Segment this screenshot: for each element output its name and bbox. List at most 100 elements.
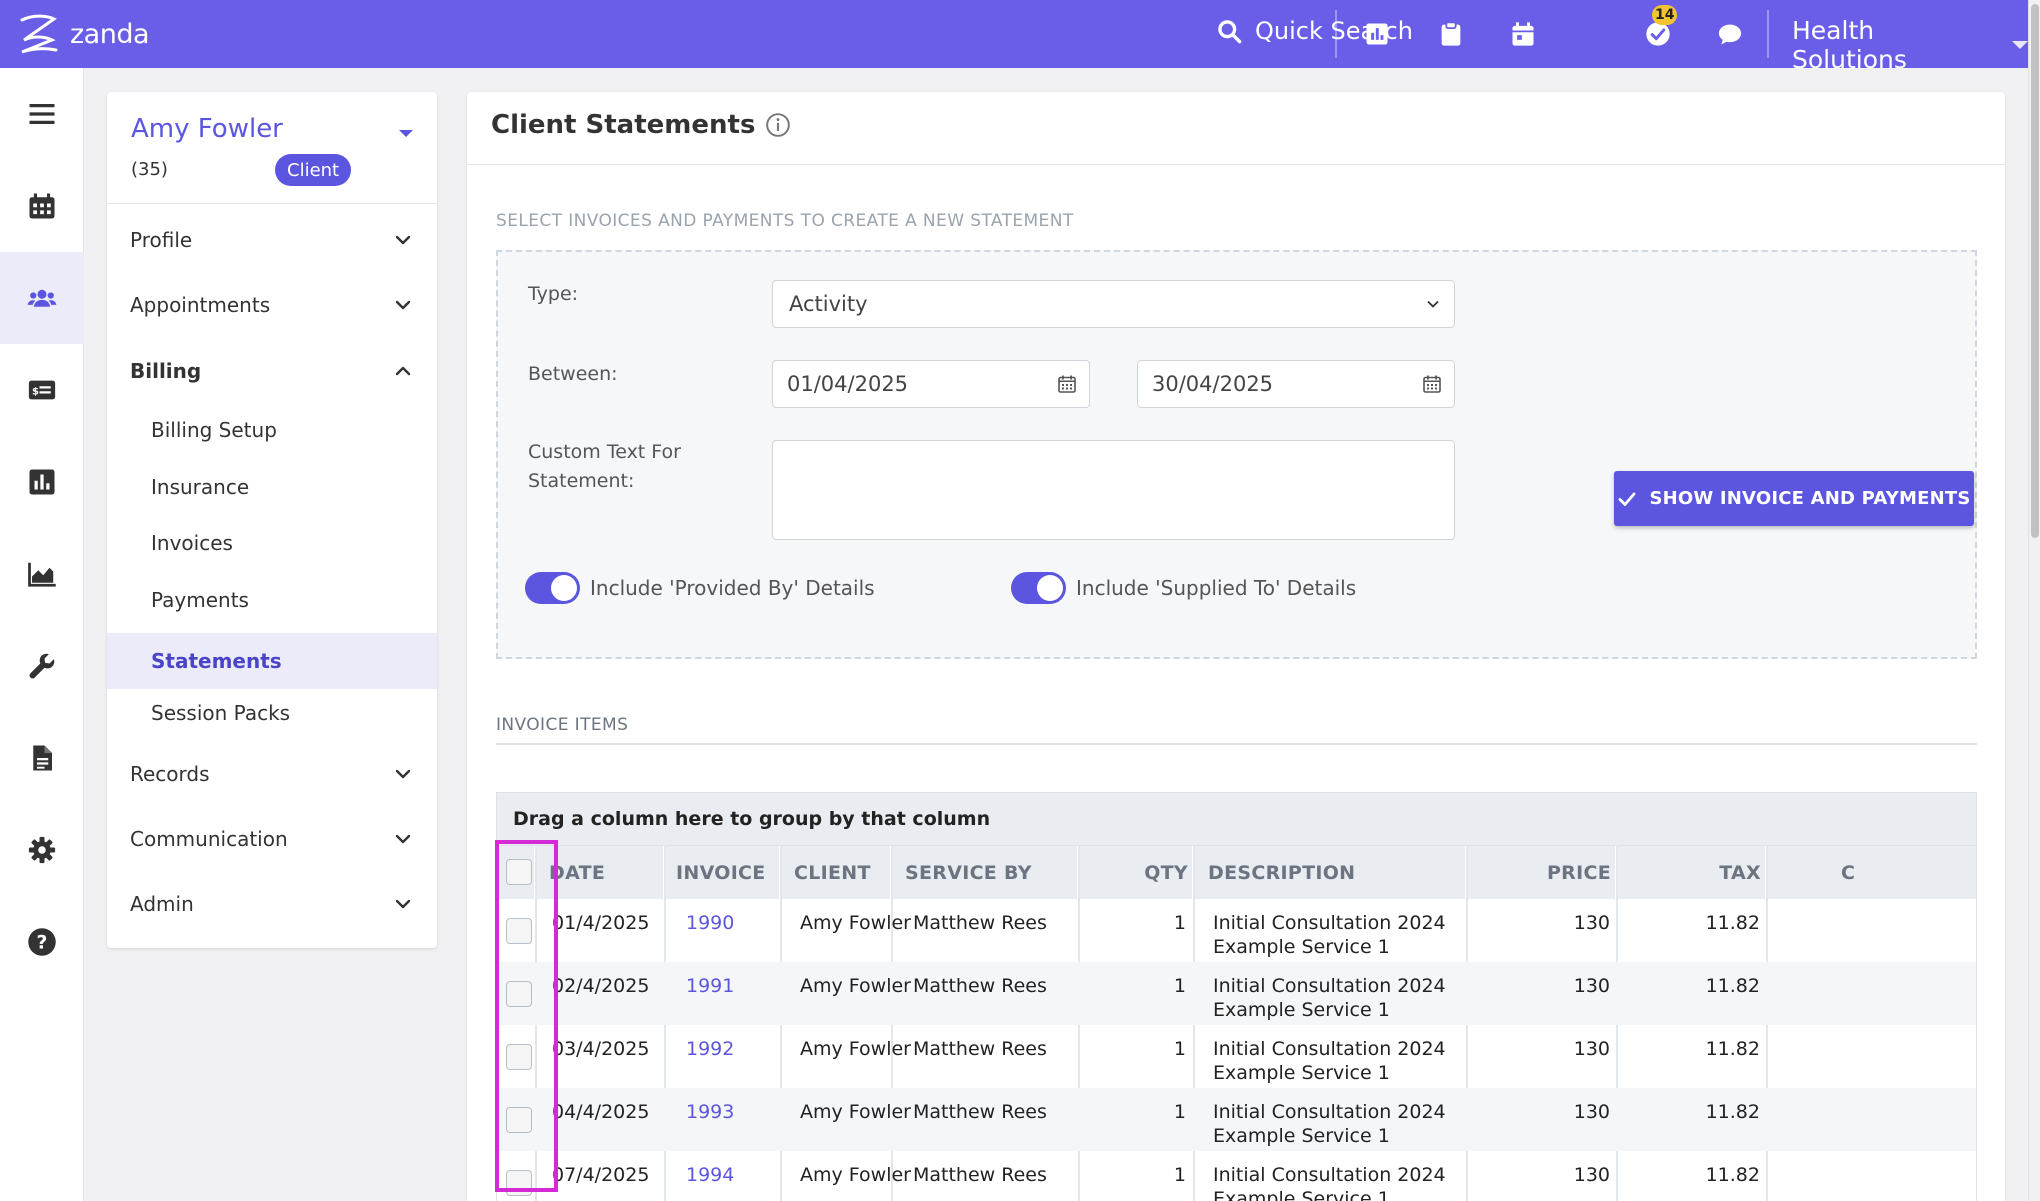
rail-billing[interactable]: $ [0,344,84,436]
sidebar-item-communication[interactable]: Communication [107,821,437,857]
calendar-icon [29,193,55,219]
toggle-provided-by[interactable]: Include 'Provided By' Details [525,572,875,604]
table-row[interactable]: 01/4/2025 1990 Amy Fowler Matthew Rees 1… [497,899,1976,962]
main-panel: Client Statements SELECT INVOICES AND PA… [467,92,2005,1201]
table-row[interactable]: 07/4/2025 1994 Amy Fowler Matthew Rees 1… [497,1151,1976,1201]
cell-description: Initial Consultation 2024 Example Service… [1213,1163,1446,1201]
select-all-checkbox[interactable] [506,859,532,885]
client-name[interactable]: Amy Fowler [131,114,283,144]
rail-menu[interactable] [0,68,84,160]
client-header: Amy Fowler (35) Client [107,92,437,204]
column-header-next[interactable]: C [1767,846,1976,900]
cell-price: 130 [1573,1038,1610,1060]
show-invoice-and-payments-button[interactable]: SHOW INVOICE AND PAYMENTS [1614,471,1974,526]
calendar-button[interactable] [1508,17,1538,51]
column-header-client[interactable]: CLIENT [781,846,892,900]
sidebar-item-profile[interactable]: Profile [107,222,437,258]
sidebar-item-insurance[interactable]: Insurance [107,469,437,505]
rail-tools[interactable] [0,620,84,712]
cell-description: Initial Consultation 2024 Example Service… [1213,1100,1446,1148]
row-checkbox[interactable] [506,1107,532,1133]
invoice-items-heading: INVOICE ITEMS [496,715,629,735]
notification-badge: 14 [1652,5,1678,25]
cell-description: Initial Consultation 2024 Example Service… [1213,1037,1446,1085]
custom-text-label-line: Statement: [528,470,635,492]
toggle-switch[interactable] [525,572,580,604]
calendar-icon[interactable] [1057,374,1077,394]
scrollbar-thumb[interactable] [2031,4,2039,538]
date-from-value: 01/04/2025 [787,372,909,396]
description-line: Example Service 1 [1213,999,1390,1021]
rail-analytics[interactable] [0,528,84,620]
custom-text-label-line: Custom Text For [528,441,681,463]
description-line: Initial Consultation 2024 [1213,1038,1446,1060]
toggle-supplied-to-label: Include 'Supplied To' Details [1076,576,1357,600]
page-title: Client Statements [491,110,791,140]
topbar-divider [1335,10,1337,58]
column-header-description[interactable]: DESCRIPTION [1194,846,1467,900]
sidebar-item-label: Insurance [151,475,250,499]
table-row[interactable]: 04/4/2025 1993 Amy Fowler Matthew Rees 1… [497,1088,1976,1151]
cell-price: 130 [1573,1101,1610,1123]
organization-dropdown[interactable]: Health Solutions [1792,16,2028,74]
column-header-service-by[interactable]: SERVICE BY [892,846,1079,900]
row-checkbox[interactable] [506,1170,532,1196]
row-checkbox[interactable] [506,981,532,1007]
reports-button[interactable] [1362,17,1392,51]
column-header-tax[interactable]: TAX [1617,846,1767,900]
group-by-panel[interactable]: Drag a column here to group by that colu… [497,793,1976,845]
sidebar-item-statements[interactable]: Statements [107,633,437,689]
sidebar-item-label: Profile [130,228,193,252]
rail-calendar[interactable] [0,160,84,252]
row-checkbox[interactable] [506,1044,532,1070]
sidebar-item-invoices[interactable]: Invoices [107,525,437,561]
column-header-invoice[interactable]: INVOICE [665,846,781,900]
sidebar-item-admin[interactable]: Admin [107,886,437,922]
rail-settings[interactable] [0,804,84,896]
sidebar-item-payments[interactable]: Payments [107,582,437,618]
top-bar: zanda Quick Search 14 Health Solutions [0,0,2028,74]
rail-clients[interactable] [0,252,84,344]
row-checkbox[interactable] [506,918,532,944]
cell-invoice-link[interactable]: 1993 [686,1100,734,1124]
cell-invoice-link[interactable]: 1991 [686,974,734,998]
cell-invoice-link[interactable]: 1992 [686,1037,734,1061]
info-icon[interactable] [765,112,791,138]
type-select[interactable]: Activity [772,280,1455,328]
page-scrollbar[interactable] [2028,0,2040,1201]
date-from-input[interactable]: 01/04/2025 [772,360,1090,408]
tasks-button[interactable] [1436,17,1466,51]
description-line: Initial Consultation 2024 [1213,1101,1446,1123]
date-to-input[interactable]: 30/04/2025 [1137,360,1455,408]
sidebar-item-billing-setup[interactable]: Billing Setup [107,412,437,448]
column-header-date[interactable]: DATE [536,846,665,900]
column-header-price[interactable]: PRICE [1467,846,1617,900]
cell-service-by: Matthew Rees [913,912,1047,934]
between-label: Between: [528,363,618,385]
sidebar-item-appointments[interactable]: Appointments [107,287,437,323]
custom-text-textarea[interactable] [772,440,1455,540]
billing-card-icon: $ [28,380,56,400]
rail-documents[interactable] [0,712,84,804]
cell-date: 02/4/2025 [552,975,650,997]
table-row[interactable]: 03/4/2025 1992 Amy Fowler Matthew Rees 1… [497,1025,1976,1088]
sidebar-item-billing[interactable]: Billing [107,353,437,389]
column-header-qty[interactable]: QTY [1079,846,1194,900]
sidebar-item-records[interactable]: Records [107,756,437,792]
cell-invoice-link[interactable]: 1994 [686,1163,734,1187]
toggle-supplied-to[interactable]: Include 'Supplied To' Details [1011,572,1356,604]
chevron-down-icon[interactable] [399,130,413,137]
toggle-switch[interactable] [1011,572,1066,604]
title-divider [467,164,2005,165]
rail-reports[interactable] [0,436,84,528]
calendar-icon[interactable] [1422,374,1442,394]
invoice-items-divider [496,743,1977,745]
zanda-logo[interactable]: zanda [14,10,150,58]
cell-invoice-link[interactable]: 1990 [686,911,734,935]
sidebar-item-session-packs[interactable]: Session Packs [107,695,437,731]
cell-qty: 1 [1173,912,1186,934]
clipboard-icon [1441,21,1461,46]
rail-help[interactable]: ? [0,896,84,988]
table-row[interactable]: 02/4/2025 1991 Amy Fowler Matthew Rees 1… [497,962,1976,1025]
messages-button[interactable] [1715,17,1745,51]
